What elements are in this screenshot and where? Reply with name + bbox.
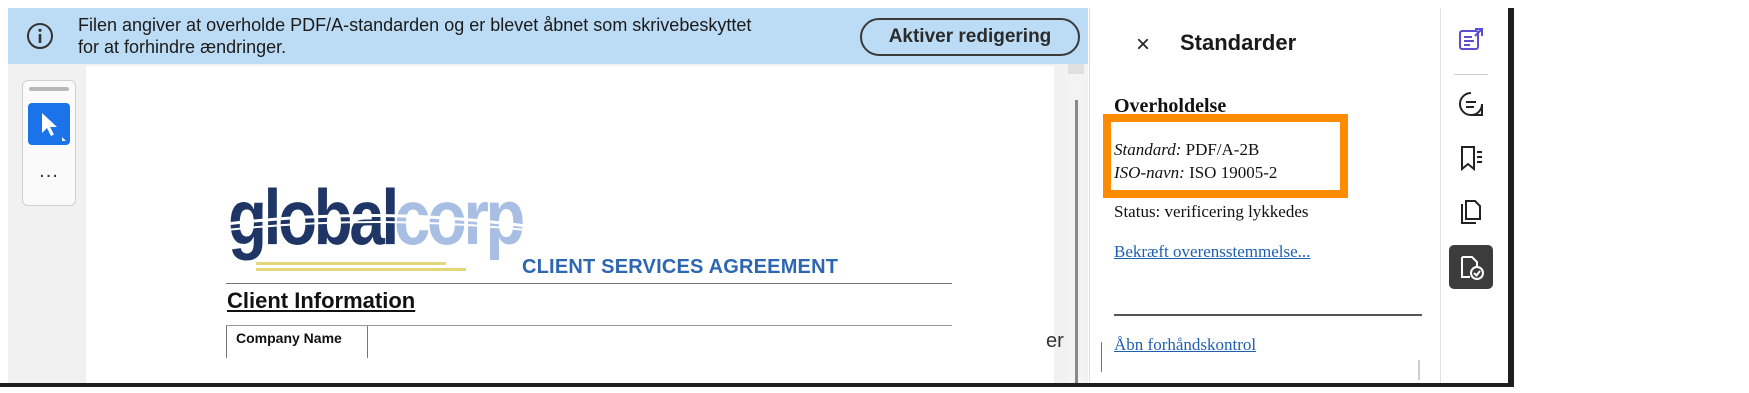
clipped-page-text: er	[1046, 330, 1064, 352]
client-information-heading: Client Information	[227, 288, 416, 313]
info-message-line-2: for at forhindre ændringer.	[78, 37, 287, 57]
rail-button-pages[interactable]	[1449, 190, 1493, 234]
standard-value: PDF/A-2B	[1185, 140, 1260, 159]
rail-separator	[1454, 74, 1488, 75]
panel-edge-mark	[1101, 342, 1102, 372]
verification-status: Status: verificering lykkedes	[1114, 202, 1309, 221]
window-shadow-right	[1508, 8, 1514, 387]
divider-line	[226, 283, 952, 284]
comment-icon	[1459, 92, 1483, 116]
window-shadow-bottom	[0, 383, 1514, 387]
rail-button-edit-pdf[interactable]	[1449, 17, 1493, 61]
cursor-arrow-icon	[42, 113, 66, 141]
scrollbar-thumb[interactable]	[1075, 100, 1078, 383]
panel-scrollbar[interactable]	[1418, 360, 1420, 380]
iso-name-value: ISO 19005-2	[1189, 163, 1278, 182]
select-tool-button[interactable]	[28, 103, 70, 145]
panel-divider	[1114, 314, 1422, 316]
panel-title: Standarder	[1180, 30, 1297, 55]
edit-pdf-icon	[1459, 28, 1483, 50]
confirm-compliance-link[interactable]: Bekræft overensstemmelse...	[1114, 242, 1310, 262]
globalcorp-logo: global corp	[226, 173, 526, 271]
enable-editing-button[interactable]: Aktiver redigering	[860, 18, 1080, 56]
more-tools-button[interactable]: ...	[27, 161, 71, 187]
open-preflight-link[interactable]: Åbn forhåndskontrol	[1114, 335, 1256, 355]
palette-drag-handle[interactable]	[29, 87, 69, 91]
info-message-line-1: Filen angiver at overholde PDF/A-standar…	[78, 15, 752, 35]
info-message: Filen angiver at overholde PDF/A-standar…	[78, 14, 858, 58]
iso-name-key: ISO-navn:	[1114, 163, 1185, 182]
agreement-title: CLIENT SERVICES AGREEMENT	[522, 256, 839, 278]
bookmarks-icon	[1461, 146, 1482, 172]
rail-button-bookmarks[interactable]	[1449, 136, 1493, 180]
tool-palette: ...	[22, 80, 76, 206]
rail-button-comment[interactable]	[1449, 82, 1493, 126]
company-name-label: Company Name	[236, 330, 342, 346]
rail-button-standards[interactable]	[1449, 245, 1493, 289]
close-panel-button[interactable]: ×	[1130, 32, 1156, 58]
app-window: Filen angiver at overholde PDF/A-standar…	[0, 0, 1517, 387]
standard-row: Standard: PDF/A-2B	[1114, 140, 1259, 160]
standard-key: Standard:	[1114, 140, 1182, 159]
readonly-info-bar: Filen angiver at overholde PDF/A-standar…	[8, 8, 1088, 64]
standards-icon	[1461, 256, 1484, 280]
info-icon	[27, 23, 53, 49]
scrollbar-up-arrow[interactable]	[1068, 64, 1084, 74]
pages-icon	[1461, 200, 1481, 224]
iso-name-row: ISO-navn: ISO 19005-2	[1114, 163, 1277, 183]
